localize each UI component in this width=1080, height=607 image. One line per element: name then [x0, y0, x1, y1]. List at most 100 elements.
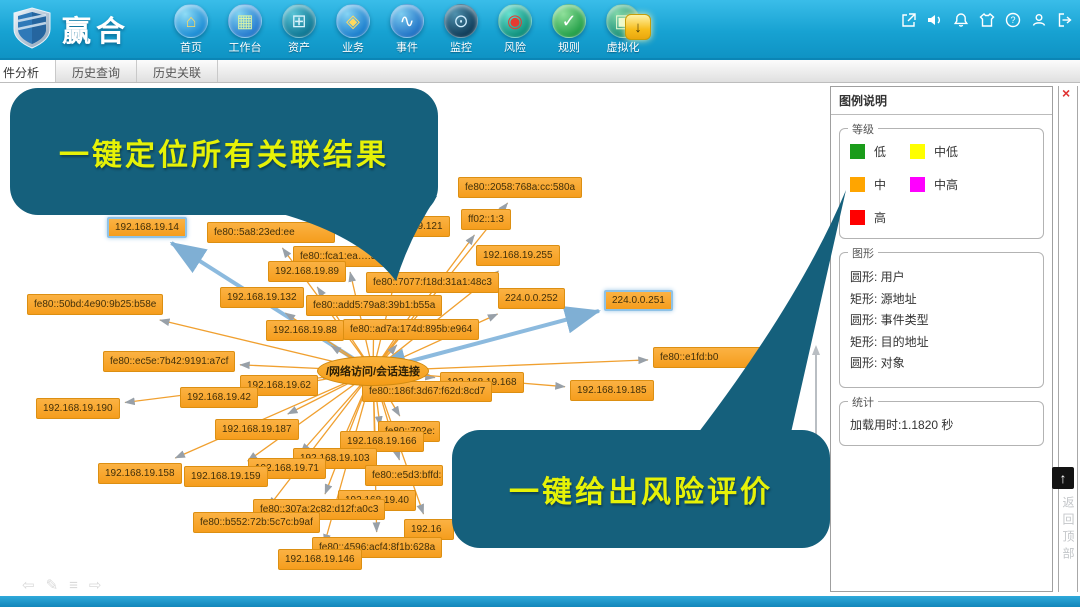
- nav-item-3[interactable]: ◈业务: [330, 4, 376, 55]
- list-icon[interactable]: ≡: [69, 578, 78, 593]
- graph-node[interactable]: 192.168.19.190: [36, 398, 120, 419]
- level-color-swatch: [910, 144, 925, 159]
- level-label: 中高: [934, 176, 958, 193]
- legend-shape-1: 矩形: 源地址: [850, 289, 1033, 311]
- graph-node[interactable]: fe80::2058:768a:cc:580a: [458, 177, 582, 198]
- legend-level-group: 等级 低中低中中高高: [839, 128, 1044, 239]
- legend-panel-title: 图例说明: [831, 87, 1052, 115]
- next-icon[interactable]: ⇨: [89, 578, 102, 593]
- nav-item-0[interactable]: ⌂首页: [168, 4, 214, 55]
- events-icon: ∿: [390, 4, 424, 38]
- tab-2[interactable]: 历史关联: [137, 60, 218, 82]
- nav-item-4[interactable]: ∿事件: [384, 4, 430, 55]
- footer-toolbar: ⇦ ✎ ≡ ⇨: [22, 578, 102, 593]
- close-icon[interactable]: ×: [1062, 86, 1070, 100]
- load-time-stat: 加载用时:1.1820 秒: [850, 416, 1033, 433]
- graph-node[interactable]: 192.168.19.146: [278, 549, 362, 570]
- nav-item-label: 风险: [504, 39, 526, 55]
- help-icon[interactable]: ?: [1004, 11, 1022, 29]
- level-color-swatch: [850, 144, 865, 159]
- main-nav: ⌂首页▦工作台⊞资产◈业务∿事件⊙监控◉风险✓规则▣虚拟化: [168, 4, 646, 55]
- graph-node[interactable]: 192.168.19.121: [366, 216, 450, 237]
- graph-node[interactable]: fe80::7077:f18d:31a1:48c3: [366, 272, 499, 293]
- nav-item-label: 事件: [396, 39, 418, 55]
- nav-item-5[interactable]: ⊙监控: [438, 4, 484, 55]
- graph-node[interactable]: 192.168.19.159: [184, 466, 268, 487]
- nav-item-1[interactable]: ▦工作台: [222, 4, 268, 55]
- nav-item-label: 虚拟化: [607, 39, 640, 55]
- nav-item-2[interactable]: ⊞资产: [276, 4, 322, 55]
- window-icons: ?: [900, 11, 1074, 29]
- graph-node[interactable]: 192.168.19.185: [570, 380, 654, 401]
- level-label: 低: [874, 143, 886, 160]
- graph-node[interactable]: fe80::e1fd:b0: [653, 347, 763, 368]
- open-in-new-icon[interactable]: [900, 11, 918, 29]
- legend-stat-group-label: 统计: [848, 394, 878, 410]
- nav-item-label: 规则: [558, 39, 580, 55]
- graph-node[interactable]: fe80::add5:79a8:39b1:b55a: [306, 295, 442, 316]
- legend-level-1: 中低: [910, 143, 958, 160]
- graph-node[interactable]: 192.168.19.14: [107, 217, 187, 238]
- legend-stat-group: 统计 加载用时:1.1820 秒: [839, 401, 1044, 446]
- download-icon[interactable]: ↓: [625, 14, 651, 40]
- legend-level-3: 中高: [910, 176, 958, 193]
- graph-node[interactable]: fe80::5a8:23ed:ee: [207, 222, 335, 243]
- back-to-top-button[interactable]: ↑: [1052, 467, 1074, 489]
- graph-node[interactable]: 192.168.19.88: [266, 320, 344, 341]
- tab-0[interactable]: 件分析: [0, 60, 56, 82]
- graph-node[interactable]: fe80::ad7a:174d:895b:e964: [343, 319, 479, 340]
- graph-node[interactable]: fe80::ec5e:7b42:9191:a7cf: [103, 351, 235, 372]
- graph-node[interactable]: 192.168.19.158: [98, 463, 182, 484]
- graph-node[interactable]: fe80::b552:72b:5c7c:b9af: [193, 512, 320, 533]
- bell-icon[interactable]: [952, 11, 970, 29]
- user-icon[interactable]: [1030, 11, 1048, 29]
- nav-item-6[interactable]: ◉风险: [492, 4, 538, 55]
- theme-icon[interactable]: [978, 11, 996, 29]
- graph-center-node[interactable]: /网络访问/会话连接: [317, 356, 429, 386]
- prev-icon[interactable]: ⇦: [22, 578, 35, 593]
- callout-locate-text: 一键定位所有关联结果: [59, 130, 389, 174]
- legend-shape-group-label: 图形: [848, 245, 878, 261]
- nav-item-label: 资产: [288, 39, 310, 55]
- graph-node[interactable]: fe80::50bd:4e90:9b25:b58e: [27, 294, 163, 315]
- level-color-swatch: [850, 177, 865, 192]
- legend-level-4: 高: [850, 209, 886, 226]
- legend-shape-group: 图形 圆形: 用户矩形: 源地址圆形: 事件类型矩形: 目的地址圆形: 对象: [839, 252, 1044, 388]
- business-icon: ◈: [336, 4, 370, 38]
- tab-1[interactable]: 历史查询: [56, 60, 137, 82]
- level-label: 中低: [934, 143, 958, 160]
- brand-name: 赢合: [62, 8, 130, 50]
- graph-node[interactable]: 192.168.19.89: [268, 261, 346, 282]
- graph-node[interactable]: 192.168.19.42: [180, 387, 258, 408]
- graph-node[interactable]: 192.168.19.255: [476, 245, 560, 266]
- graph-node[interactable]: 192.168.19.187: [215, 419, 299, 440]
- graph-scrollbar-arrow-icon: [812, 345, 820, 355]
- tab-bar: 件分析历史查询历史关联: [0, 60, 1080, 83]
- nav-item-label: 工作台: [229, 39, 262, 55]
- nav-item-label: 首页: [180, 39, 202, 55]
- volume-icon[interactable]: [926, 11, 944, 29]
- svg-text:?: ?: [1010, 15, 1015, 25]
- rules-icon: ✓: [552, 4, 586, 38]
- legend-level-2: 中: [850, 176, 886, 193]
- edit-icon[interactable]: ✎: [46, 578, 59, 593]
- workbench-icon: ▦: [228, 4, 262, 38]
- legend-panel: 图例说明 等级 低中低中中高高 图形 圆形: 用户矩形: 源地址圆形: 事件类型…: [830, 86, 1053, 592]
- legend-level-0: 低: [850, 143, 886, 160]
- callout-risk-text: 一键给出风险评价: [509, 467, 773, 511]
- top-bar: 赢合 ⌂首页▦工作台⊞资产◈业务∿事件⊙监控◉风险✓规则▣虚拟化 ↓ ?: [0, 0, 1080, 60]
- graph-node[interactable]: 224.0.0.251: [604, 290, 673, 311]
- graph-node[interactable]: 224.0.0.252: [498, 288, 565, 309]
- back-to-top-label[interactable]: 返回顶部: [1060, 496, 1077, 564]
- graph-node[interactable]: fe80::e5d3:bffd:5: [365, 465, 443, 486]
- legend-shape-0: 圆形: 用户: [850, 267, 1033, 289]
- graph-node[interactable]: 192.168.19.132: [220, 287, 304, 308]
- home-icon: ⌂: [174, 4, 208, 38]
- risk-icon: ◉: [498, 4, 532, 38]
- level-label: 中: [874, 176, 886, 193]
- legend-shape-4: 圆形: 对象: [850, 353, 1033, 375]
- logout-icon[interactable]: [1056, 11, 1074, 29]
- nav-item-7[interactable]: ✓规则: [546, 4, 592, 55]
- graph-node[interactable]: ff02::1:3: [461, 209, 511, 230]
- app-logo: 赢合: [10, 6, 130, 52]
